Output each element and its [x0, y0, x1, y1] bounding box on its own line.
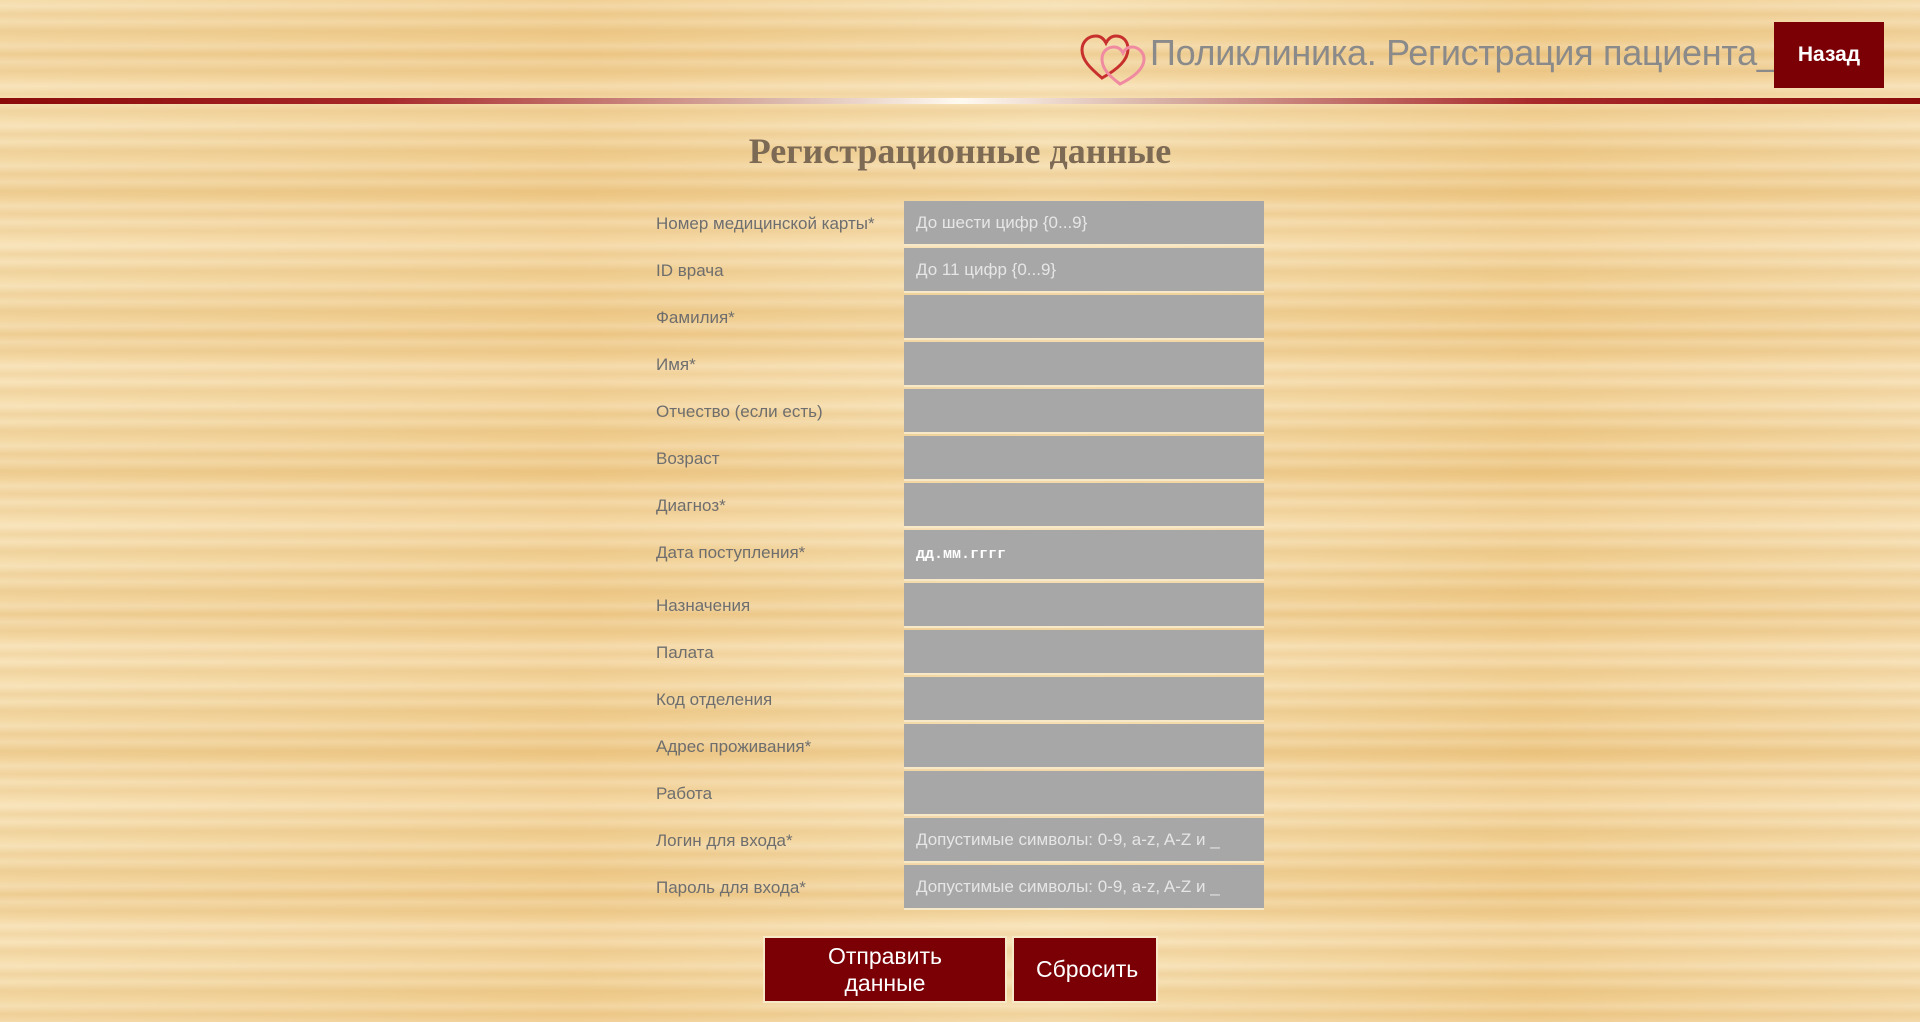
doctor-id-input[interactable] — [904, 248, 1264, 293]
reset-button[interactable]: Сбросить — [1012, 936, 1158, 1003]
field-row-work: Работа — [656, 771, 1264, 818]
field-row-password: Пароль для входа* — [656, 865, 1264, 912]
patronymic-input[interactable] — [904, 389, 1264, 434]
department-code-input[interactable] — [904, 677, 1264, 722]
label-department-code: Код отделения — [656, 690, 773, 709]
diagnosis-input[interactable] — [904, 483, 1264, 528]
field-row-prescriptions: Назначения — [656, 583, 1264, 630]
card-number-input[interactable] — [904, 201, 1264, 246]
ward-input[interactable] — [904, 630, 1264, 675]
field-row-diagnosis: Диагноз* — [656, 483, 1264, 530]
last-name-input[interactable] — [904, 295, 1264, 340]
address-input[interactable] — [904, 724, 1264, 769]
label-address: Адрес проживания* — [656, 737, 812, 756]
label-last-name: Фамилия* — [656, 308, 735, 327]
field-row-admission-date: Дата поступления* — [656, 530, 1264, 583]
admission-date-input[interactable] — [904, 530, 1264, 581]
label-ward: Палата — [656, 643, 714, 662]
header-divider — [0, 98, 1920, 104]
header: Поликлиника. Регистрация пациента__ Наза… — [0, 0, 1920, 98]
age-input[interactable] — [904, 436, 1264, 481]
form-title: Регистрационные данные — [748, 131, 1172, 171]
field-row-address: Адрес проживания* — [656, 724, 1264, 771]
field-row-first-name: Имя* — [656, 342, 1264, 389]
label-diagnosis: Диагноз* — [656, 496, 726, 515]
label-admission-date: Дата поступления* — [656, 543, 806, 562]
field-row-card-number: Номер медицинской карты* — [656, 201, 1264, 248]
field-row-patronymic: Отчество (если есть) — [656, 389, 1264, 436]
label-first-name: Имя* — [656, 355, 696, 374]
label-age: Возраст — [656, 449, 720, 468]
field-row-doctor-id: ID врача — [656, 248, 1264, 295]
label-work: Работа — [656, 784, 713, 803]
first-name-input[interactable] — [904, 342, 1264, 387]
label-login: Логин для входа* — [656, 831, 793, 850]
login-input[interactable] — [904, 818, 1264, 863]
label-prescriptions: Назначения — [656, 596, 751, 615]
field-row-age: Возраст — [656, 436, 1264, 483]
submit-button[interactable]: Отправить данные — [763, 936, 1007, 1003]
label-patronymic: Отчество (если есть) — [656, 402, 823, 421]
registration-form: Номер медицинской карты* ID врача Фамили… — [656, 201, 1264, 912]
field-row-ward: Палата — [656, 630, 1264, 677]
back-button[interactable]: Назад — [1774, 22, 1884, 88]
form-actions: Отправить данные Сбросить — [763, 936, 1158, 1003]
password-input[interactable] — [904, 865, 1264, 910]
label-password: Пароль для входа* — [656, 878, 806, 897]
field-row-login: Логин для входа* — [656, 818, 1264, 865]
field-row-department-code: Код отделения — [656, 677, 1264, 724]
site-title: Поликлиника. Регистрация пациента__ — [1150, 32, 1797, 73]
field-row-last-name: Фамилия* — [656, 295, 1264, 342]
label-card-number: Номер медицинской карты* — [656, 214, 875, 233]
hearts-icon — [1080, 34, 1146, 86]
work-input[interactable] — [904, 771, 1264, 816]
label-doctor-id: ID врача — [656, 261, 724, 280]
prescriptions-input[interactable] — [904, 583, 1264, 628]
